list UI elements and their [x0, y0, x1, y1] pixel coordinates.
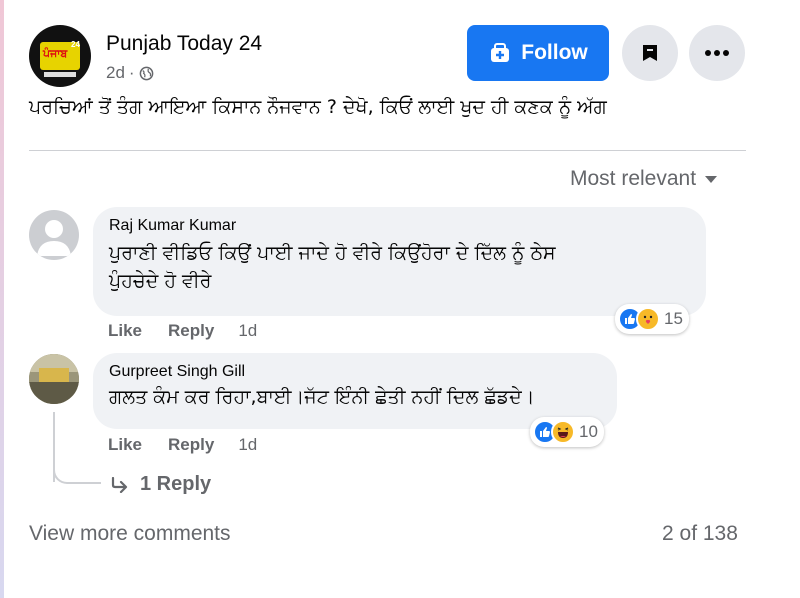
comment-text-line-1: ਗਲਤ ਕੰਮ ਕਰ ਰਿਹਾ,ਬਾਈ।ਜੱਟ ਇੰਨੀ ਛੇਤੀ ਨਹੀਂ ਦ… [109, 386, 535, 408]
comment-time[interactable]: 1d [238, 435, 257, 455]
more-icon [705, 50, 729, 56]
reply-arrow-icon [111, 476, 128, 493]
view-replies-link[interactable]: 1 Reply [110, 473, 211, 496]
comment-actions: Like Reply 1d [108, 435, 257, 455]
divider [29, 150, 746, 151]
comment-text-line-1: ਪੁਰਾਣੀ ਵੀਡਿਓ ਕਿਉਂ ਪਾਈ ਜਾਦੇ ਹੋ ਵੀਰੇ ਕਿਉਂਹ… [109, 242, 556, 264]
comment-actions: Like Reply 1d [108, 321, 257, 341]
comment-author[interactable]: Raj Kumar Kumar [109, 217, 690, 235]
reaction-summary[interactable]: 10 [530, 417, 604, 447]
care-reaction-icon [636, 307, 660, 331]
page-avatar[interactable]: ਪੰਜਾਬ 24 [29, 25, 91, 87]
meta-dot: · [128, 63, 135, 82]
comment-bubble: Raj Kumar Kumar ਪੁਰਾਣੀ ਵੀਡਿਓ ਕਿਉਂ ਪਾਈ ਜਾ… [93, 207, 706, 316]
comment-time[interactable]: 1d [238, 321, 257, 341]
follow-icon [491, 43, 510, 62]
reaction-icons [533, 420, 575, 444]
follow-button[interactable]: Follow [467, 25, 609, 81]
like-link[interactable]: Like [108, 435, 142, 455]
reply-link[interactable]: Reply [168, 321, 214, 341]
comment-text-line-2: ਪੁੰਹਚੇਦੇ ਹੋ ਵੀਰੇ [109, 270, 212, 292]
avatar-photo-image [29, 354, 79, 404]
comment-avatar-photo[interactable] [29, 354, 79, 404]
globe-icon [139, 66, 153, 80]
replies-label: 1 Reply [140, 473, 212, 495]
comment-author[interactable]: Gurpreet Singh Gill [109, 363, 601, 381]
caret-down-icon [705, 175, 718, 183]
haha-reaction-icon [551, 420, 575, 444]
post-time[interactable]: 2d [106, 63, 125, 83]
sort-label: Most relevant [570, 167, 697, 190]
more-options-button[interactable] [689, 25, 745, 81]
logo-number: 24 [71, 40, 80, 49]
logo-text: ਪੰਜਾਬ [43, 47, 68, 60]
reaction-count: 15 [664, 309, 683, 328]
comment-count: 2 of 138 [662, 522, 738, 545]
bookmark-icon [643, 45, 657, 61]
logo-underline [44, 72, 76, 77]
reaction-icons [618, 307, 660, 331]
sort-dropdown[interactable]: Most relevant [570, 167, 718, 191]
view-more-comments-link[interactable]: View more comments [29, 522, 231, 546]
post-meta: 2d · [106, 63, 154, 83]
reaction-count: 10 [579, 422, 598, 441]
reply-link[interactable]: Reply [168, 435, 214, 455]
default-user-icon [37, 220, 71, 256]
page-name[interactable]: Punjab Today 24 [106, 32, 262, 56]
reaction-summary[interactable]: 15 [615, 304, 689, 334]
like-link[interactable]: Like [108, 321, 142, 341]
save-button[interactable] [622, 25, 678, 81]
post-text: ਪਰਚਿਆਂ ਤੋਂ ਤੰਗ ਆਇਆ ਕਿਸਾਨ ਨੌਜਵਾਨ ? ਦੇਖੋ, … [29, 96, 607, 118]
thread-connector [53, 462, 101, 484]
follow-label: Follow [521, 41, 588, 64]
window-edge [0, 0, 4, 598]
comment-avatar[interactable] [29, 210, 79, 260]
